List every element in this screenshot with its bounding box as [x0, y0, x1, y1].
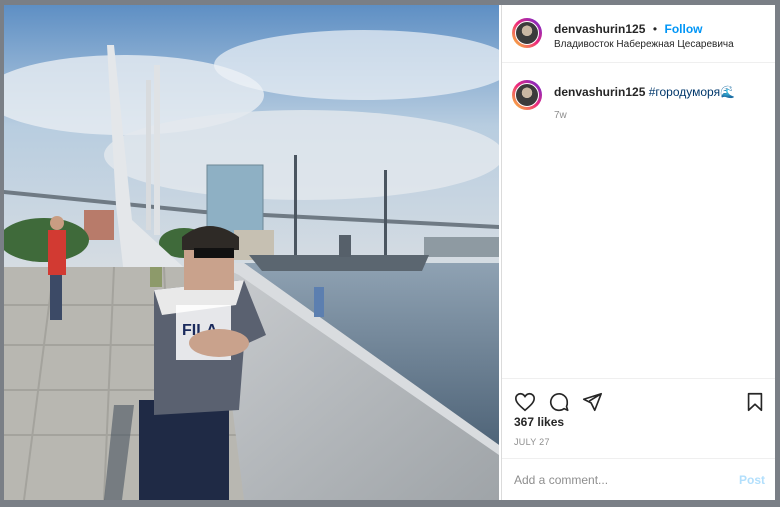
likes-count[interactable]: 367 likes: [514, 415, 564, 429]
wave-emoji: 🌊: [720, 85, 736, 99]
separator-dot: •: [652, 22, 658, 36]
post-age: 7w: [554, 110, 567, 121]
instagram-post-window: FILA denvashurin125 • Follow Владивосток…: [4, 5, 775, 500]
caption: denvashurin125 #городуморя🌊: [554, 85, 735, 99]
post-side-panel: denvashurin125 • Follow Владивосток Набе…: [501, 5, 775, 500]
follow-button[interactable]: Follow: [664, 22, 702, 36]
comment-icon[interactable]: [548, 391, 570, 413]
heart-icon[interactable]: [514, 391, 536, 413]
header-username-row: denvashurin125 • Follow: [554, 20, 702, 38]
caption-avatar[interactable]: [512, 80, 542, 110]
location-link[interactable]: Владивосток Набережная Цесаревича: [554, 39, 734, 50]
avatar[interactable]: [512, 18, 542, 48]
caption-username-link[interactable]: denvashurin125: [554, 85, 645, 99]
photo-illustration: FILA: [4, 5, 499, 500]
post-photo[interactable]: FILA: [4, 5, 499, 500]
post-comment-button[interactable]: Post: [739, 473, 765, 487]
username-link[interactable]: denvashurin125: [554, 22, 645, 36]
share-icon[interactable]: [581, 391, 603, 413]
comment-input[interactable]: [512, 468, 716, 492]
bookmark-icon[interactable]: [744, 391, 766, 413]
action-bar: 367 likes JULY 27: [502, 378, 775, 459]
hashtag-link[interactable]: #городуморя: [649, 85, 720, 99]
comment-bar: Post: [502, 458, 775, 501]
post-date: JULY 27: [514, 437, 550, 447]
post-header: denvashurin125 • Follow Владивосток Набе…: [502, 5, 775, 63]
